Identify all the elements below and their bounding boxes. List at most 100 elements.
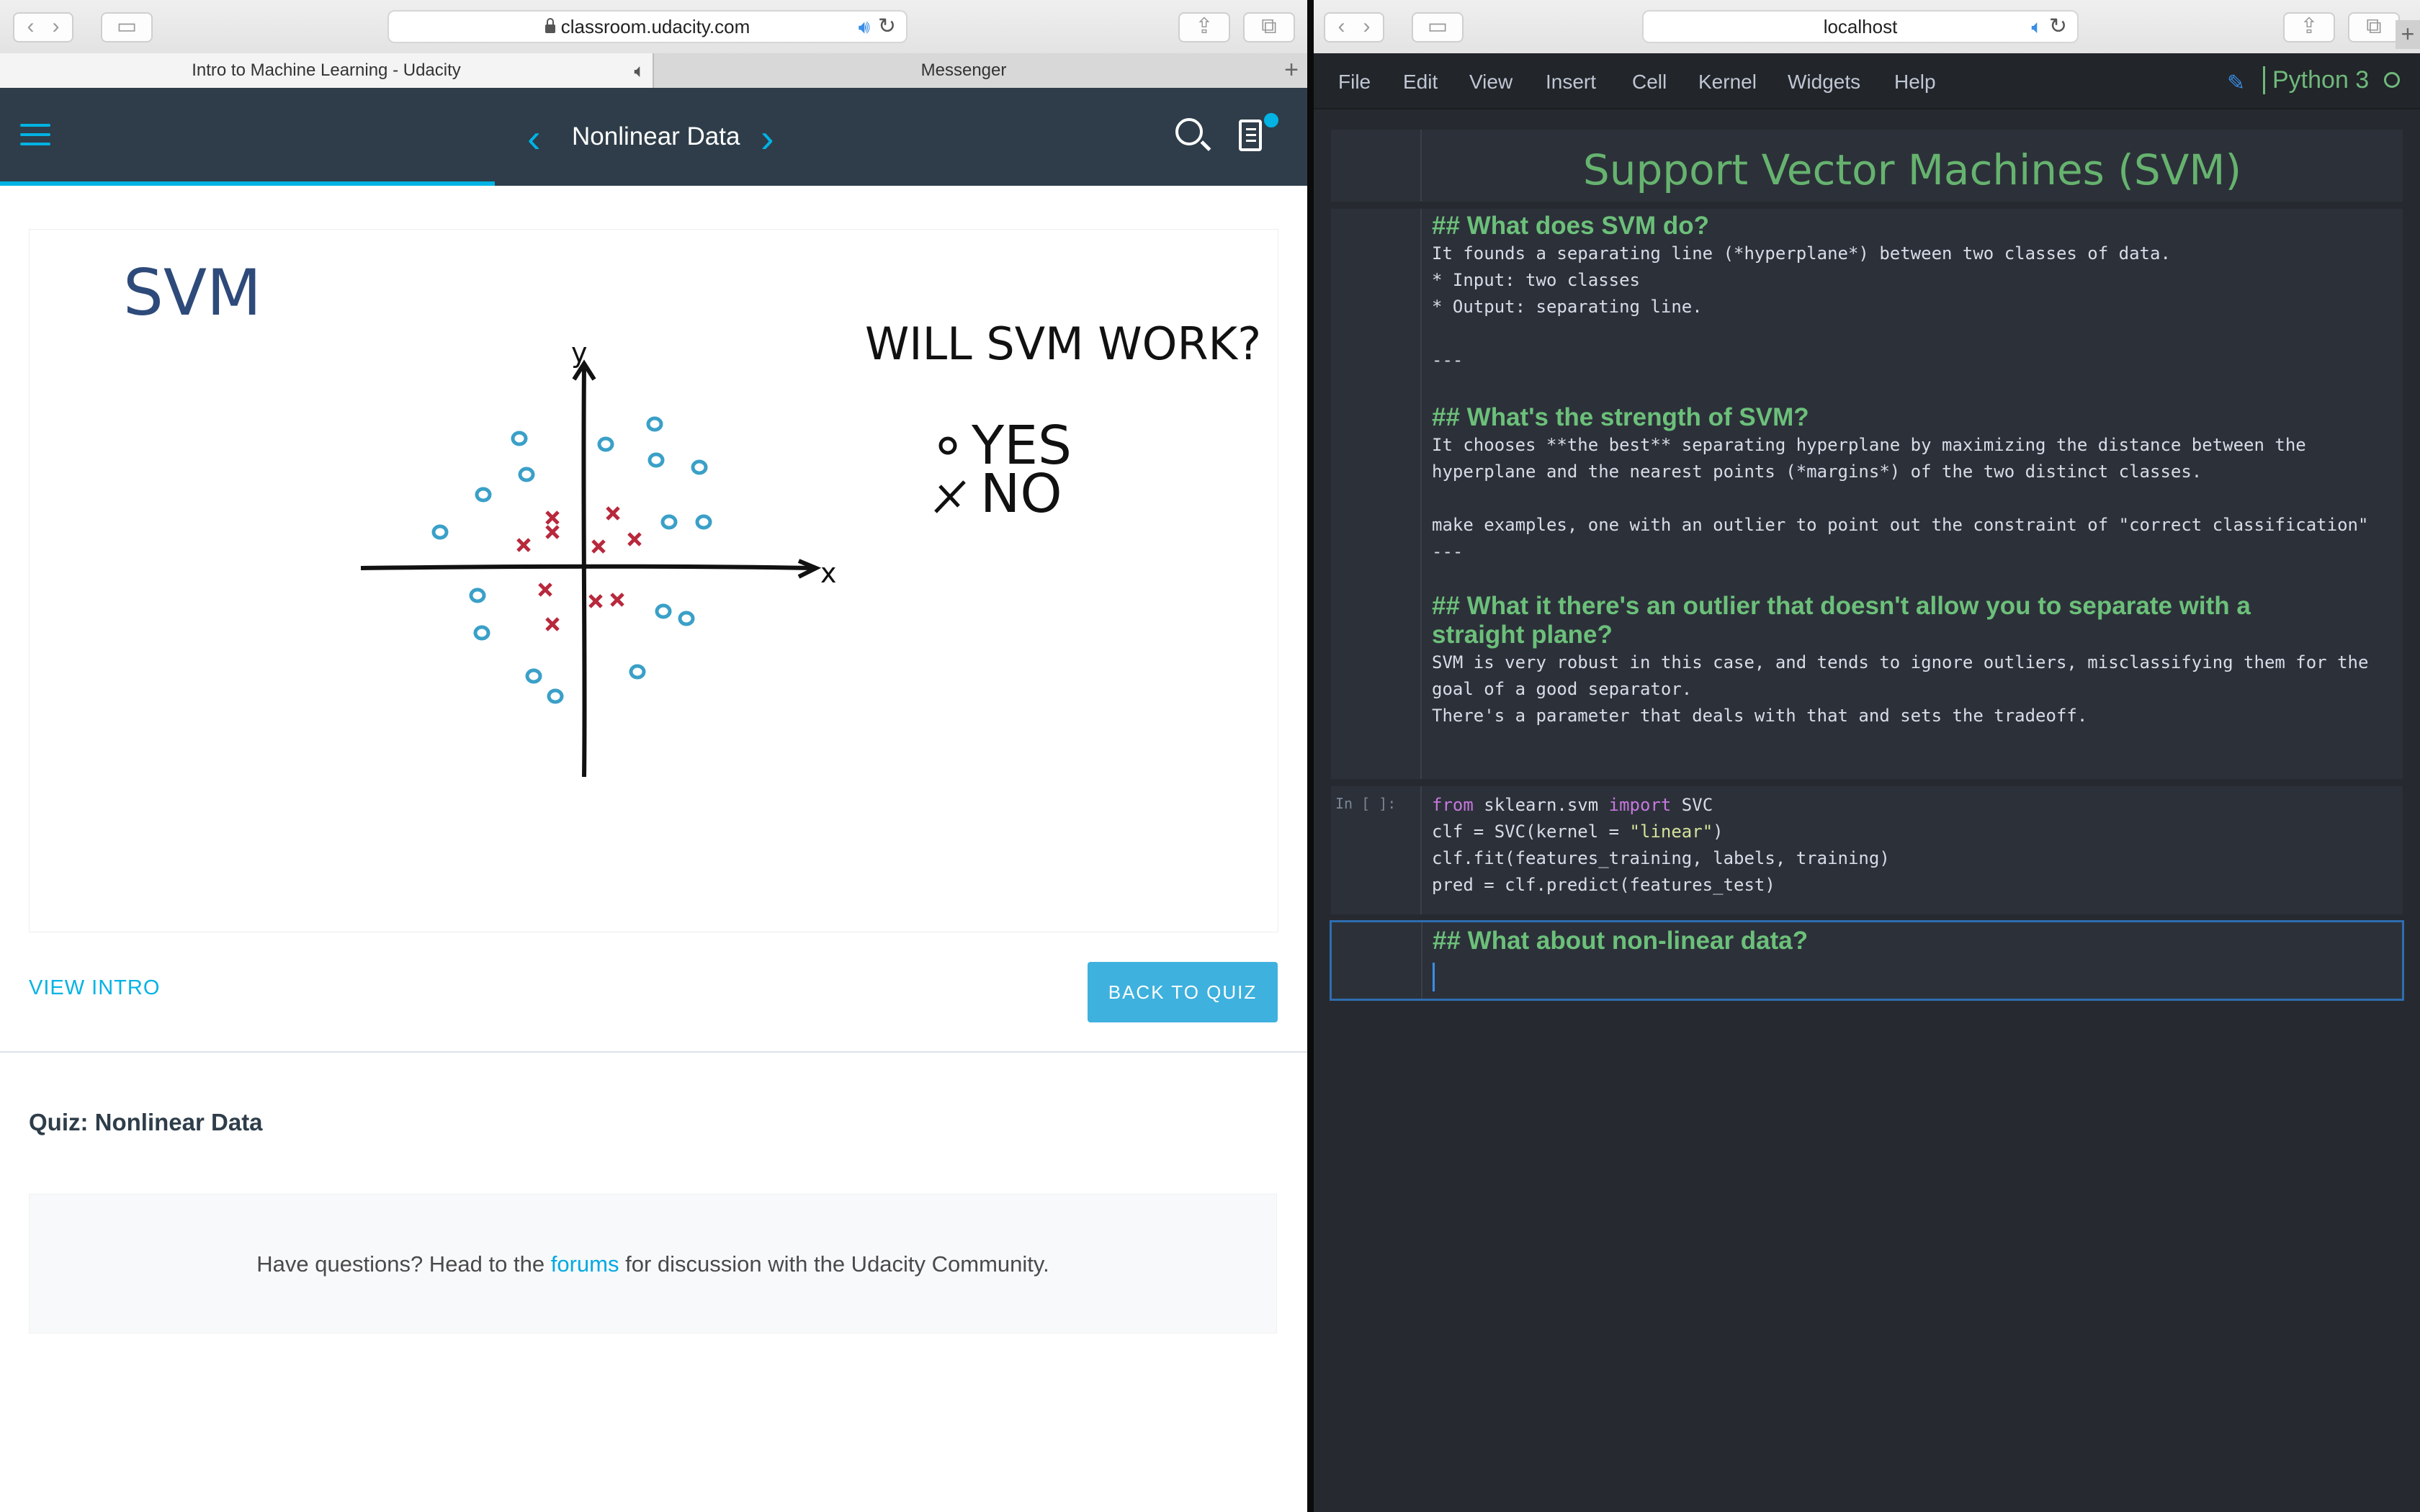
sidebar-icon: ▭ [1427, 14, 1448, 38]
forward-icon[interactable]: › [1363, 14, 1371, 38]
blue-circle-mark [655, 603, 672, 619]
split-view-divider[interactable] [1307, 0, 1314, 1512]
forums-link[interactable]: forums [551, 1251, 619, 1277]
sidebar-toggle-button[interactable]: ▭ [1412, 12, 1464, 42]
lock-icon [544, 18, 555, 33]
menu-icon[interactable] [20, 124, 50, 152]
share-button[interactable]: ⇪ [1178, 12, 1230, 42]
md-line-blank [1432, 485, 2391, 512]
red-cross-mark [588, 594, 603, 608]
kernel-idle-icon [2384, 72, 2400, 88]
back-forward-buttons[interactable]: ‹ › [1324, 12, 1384, 42]
tabs-icon: ⧉ [1261, 14, 1277, 38]
menu-kernel[interactable]: Kernel [1698, 71, 1757, 94]
code-line: clf = SVC(kernel = "linear") [1432, 819, 2391, 845]
reload-icon[interactable]: ↻ [878, 12, 896, 42]
tab-speaker-icon[interactable]: 🔈︎ [634, 53, 645, 88]
forum-text-before: Have questions? Head to the [256, 1251, 545, 1277]
view-intro-link[interactable]: VIEW INTRO [29, 976, 160, 1000]
address-bar[interactable]: localhost 🔈︎ ↻ [1642, 10, 2079, 43]
tabs-overview-button[interactable]: ⧉ [1243, 12, 1295, 42]
tab-udacity[interactable]: Intro to Machine Learning - Udacity 🔈︎ [0, 53, 654, 88]
cell-prompt [1331, 130, 1422, 202]
blue-circle-mark [597, 436, 614, 452]
chevron-left-icon[interactable]: ‹ [527, 118, 541, 158]
speaker-icon[interactable]: 🔈︎ [2031, 12, 2043, 42]
tabs-overview-button[interactable]: ⧉ [2348, 12, 2400, 42]
speaker-icon[interactable]: 🔊︎ [859, 12, 870, 42]
code-line: pred = clf.predict(features_test) [1432, 875, 1775, 895]
code-line: from sklearn.svm import SVC [1432, 792, 2391, 819]
lesson-video[interactable]: SVM x y WILL SVM WORK? YES NO [29, 229, 1278, 932]
red-cross-mark [516, 538, 531, 552]
x-axis [360, 564, 815, 570]
chevron-right-icon[interactable]: › [761, 118, 774, 158]
heading-what-does-svm-do: ## What does SVM do? [1432, 212, 1710, 240]
blue-circle-mark [646, 416, 663, 432]
module-name: sklearn.svm [1473, 795, 1609, 815]
tab-bar: Intro to Machine Learning - Udacity 🔈︎ M… [0, 53, 1307, 89]
blue-circle-mark [473, 625, 490, 641]
blue-circle-mark [647, 452, 665, 468]
jupyter-browser-window: ‹ › ▭ localhost 🔈︎ ↻ ⇪ ⧉ + File Edit Vie… [1314, 0, 2420, 1512]
y-axis [581, 366, 587, 778]
share-icon: ⇪ [2300, 14, 2318, 38]
text-cursor [1433, 963, 1435, 991]
blue-circle-mark [695, 514, 712, 530]
red-cross-mark [627, 532, 642, 546]
divider [0, 1051, 1307, 1053]
tabs-icon: ⧉ [2366, 14, 2382, 38]
title-cell[interactable]: Support Vector Machines (SVM) [1331, 130, 2403, 202]
back-forward-buttons[interactable]: ‹ › [13, 12, 73, 42]
class-name: SVC [1671, 795, 1713, 815]
blue-circle-mark [678, 611, 695, 626]
red-crosses [516, 506, 642, 631]
blue-circle-mark [660, 514, 678, 530]
search-icon[interactable] [1175, 118, 1203, 145]
md-line: * Output: separating line. [1432, 297, 1703, 317]
heading-non-linear: ## What about non-linear data? [1433, 927, 1809, 955]
code-line: clf.fit(features_training, labels, train… [1432, 848, 1890, 868]
code-cell[interactable]: In [ ]: from sklearn.svm import SVC clf … [1331, 786, 2403, 914]
menu-cell[interactable]: Cell [1632, 71, 1667, 94]
md-separator: --- [1432, 541, 1464, 562]
menu-file[interactable]: File [1338, 71, 1371, 94]
red-cross-mark [545, 617, 560, 631]
tab-label: Intro to Machine Learning - Udacity [192, 60, 461, 80]
plus-icon: + [1284, 56, 1299, 84]
markdown-cell[interactable]: ## What does SVM do? It founds a separat… [1331, 209, 2403, 779]
blue-circle-mark [511, 431, 528, 446]
address-bar[interactable]: classroom.udacity.com 🔊︎ ↻ [387, 10, 908, 43]
new-tab-button[interactable]: + [1276, 53, 1307, 88]
reload-icon[interactable]: ↻ [2049, 12, 2067, 42]
kernel-name[interactable]: Python 3 [2263, 66, 2369, 94]
active-markdown-cell[interactable]: ## What about non-linear data? [1330, 920, 2404, 1001]
md-line: * Input: two classes [1432, 270, 1640, 290]
back-to-quiz-button[interactable]: BACK TO QUIZ [1088, 962, 1278, 1022]
jupyter-menubar: File Edit View Insert Cell Kernel Widget… [1314, 53, 2420, 109]
blue-circle-mark [525, 668, 542, 684]
back-icon[interactable]: ‹ [27, 14, 34, 38]
svm-hand-drawing: SVM x y WILL SVM WORK? YES NO [123, 256, 1261, 778]
new-tab-button[interactable]: + [2396, 20, 2420, 49]
y-axis-label: y [571, 337, 588, 369]
blue-circle-mark [431, 524, 449, 540]
menu-help[interactable]: Help [1894, 71, 1936, 94]
back-icon[interactable]: ‹ [1337, 14, 1345, 38]
menu-widgets[interactable]: Widgets [1788, 71, 1860, 94]
tab-messenger[interactable]: Messenger [654, 53, 1273, 88]
share-button[interactable]: ⇪ [2283, 12, 2335, 42]
sidebar-toggle-button[interactable]: ▭ [101, 12, 153, 42]
red-cross-mark [545, 525, 560, 539]
cell-prompt: In [ ]: [1331, 786, 1422, 914]
notes-icon[interactable] [1239, 120, 1262, 151]
plus-icon: + [2401, 21, 2415, 47]
menu-edit[interactable]: Edit [1403, 71, 1438, 94]
red-cross-mark [610, 593, 624, 607]
yes-radio-icon [938, 436, 957, 455]
menu-insert[interactable]: Insert [1546, 71, 1596, 94]
forward-icon[interactable]: › [53, 14, 60, 38]
md-line: SVM is very robust in this case, and ten… [1432, 652, 2369, 672]
menu-view[interactable]: View [1469, 71, 1512, 94]
no-check-icon [934, 480, 966, 513]
